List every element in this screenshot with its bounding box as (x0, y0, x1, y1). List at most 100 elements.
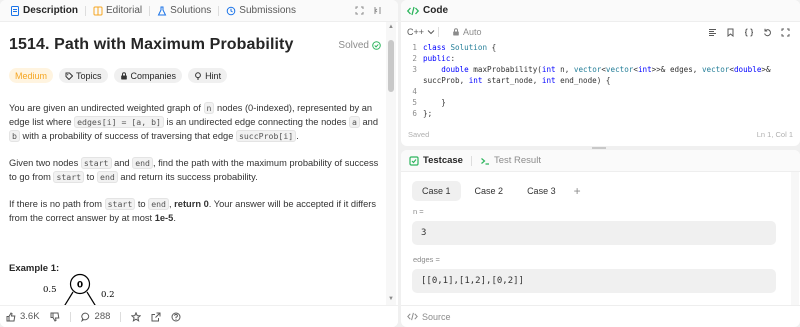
tab-submissions-label: Submissions (239, 5, 296, 16)
code-line[interactable]: 3 double maxProbability(int n, vector<ve… (401, 64, 800, 75)
comments-button[interactable]: 288 (80, 311, 111, 322)
auto-label: Auto (463, 27, 482, 37)
testcase-panel: Testcase Test Result Case 1 Case 2 Case … (401, 150, 800, 327)
code-header: Code (401, 0, 800, 22)
tab-editorial[interactable]: Editorial (89, 5, 146, 16)
problem-panel: Description Editorial Solutions Submissi… (0, 0, 398, 327)
testcase-scrollbar[interactable] (791, 172, 799, 305)
code-line-text: double maxProbability(int n, vector<vect… (441, 65, 771, 74)
tab-solutions[interactable]: Solutions (153, 5, 215, 16)
code-line-text: succProb, int start_node, int end_node) … (423, 76, 611, 85)
collapse-icon[interactable] (373, 6, 382, 15)
graph-edge-left (64, 291, 74, 305)
problem-content: 1514. Path with Maximum Probability Solv… (9, 22, 385, 305)
checkbox-icon (409, 155, 419, 166)
case-tab-2[interactable]: Case 2 (465, 181, 514, 201)
panel-resize-handle[interactable] (592, 147, 606, 149)
input-n[interactable]: 3 (412, 221, 776, 245)
line-number: 2 (412, 54, 417, 63)
tab-description-label: Description (23, 5, 79, 16)
divider (438, 27, 440, 37)
tab-submissions[interactable]: Submissions (222, 5, 300, 16)
comment-icon (80, 312, 91, 322)
code-line[interactable]: 2 public: (401, 53, 800, 64)
code-line[interactable]: 6}; (401, 108, 800, 119)
divider (470, 155, 472, 166)
chevron-down-icon (427, 29, 435, 35)
scroll-down-arrow[interactable]: ▼ (388, 296, 394, 302)
tab-solutions-label: Solutions (170, 5, 212, 16)
code-icon (407, 6, 419, 16)
dislike-button[interactable] (50, 312, 60, 322)
like-button[interactable]: 3.6K (6, 311, 40, 322)
testcase-header: Testcase Test Result (401, 150, 800, 172)
code-line-text: }; (423, 109, 433, 118)
example-graph: 0 0.5 0.2 (43, 273, 115, 305)
code-panel: Code C++ Auto 1 class Solution {2 publi… (401, 0, 800, 146)
graph-edge-label-right: 0.2 (101, 290, 115, 300)
language-select[interactable]: C++ (407, 27, 435, 37)
scroll-up-arrow[interactable]: ▲ (388, 24, 394, 30)
line-number: 1 (412, 43, 417, 52)
tab-testcase[interactable]: Testcase (409, 155, 463, 166)
fullscreen-icon[interactable] (781, 28, 790, 37)
expand-icon[interactable] (355, 6, 364, 15)
case-tab-1[interactable]: Case 1 (412, 181, 461, 201)
auto-mode[interactable]: Auto (452, 27, 482, 37)
graph-edge-label-left: 0.5 (43, 285, 57, 295)
lock-icon (452, 28, 460, 36)
line-number: 4 (412, 87, 417, 96)
code-line-text: class Solution { (423, 43, 497, 52)
terminal-icon (480, 156, 490, 166)
tab-description[interactable]: Description (6, 5, 82, 16)
field-label-n: n = (413, 207, 424, 216)
tab-divider (149, 5, 151, 16)
code-icon (407, 312, 418, 321)
tab-testcase-label: Testcase (423, 155, 463, 166)
thumbs-up-icon (6, 311, 16, 322)
code-line[interactable]: 1 class Solution { (401, 42, 800, 53)
problem-actions-bar: 3.6K 288 (0, 305, 398, 327)
code-title: Code (423, 5, 448, 16)
code-line[interactable]: 4 (401, 86, 800, 97)
question-icon (171, 312, 181, 322)
line-number: 6 (412, 109, 417, 118)
help-button[interactable] (171, 312, 181, 322)
book-icon (93, 6, 103, 16)
line-number: 3 (412, 65, 417, 74)
braces-icon[interactable] (744, 28, 754, 37)
flask-icon (157, 6, 167, 16)
source-bar[interactable]: Source (401, 305, 800, 327)
add-case-icon[interactable]: + (574, 184, 581, 198)
favorite-button[interactable] (131, 311, 142, 322)
tab-divider (85, 5, 87, 16)
format-icon[interactable] (708, 28, 717, 37)
problem-tabbar: Description Editorial Solutions Submissi… (0, 0, 398, 22)
bookmark-icon[interactable] (726, 28, 735, 37)
history-icon (226, 6, 236, 16)
case-tab-3[interactable]: Case 3 (517, 181, 566, 201)
reset-icon[interactable] (763, 28, 772, 37)
case-tabs: Case 1 Case 2 Case 3 + (412, 181, 800, 201)
code-line-text: public: (423, 54, 456, 63)
share-button[interactable] (151, 312, 161, 322)
tab-test-result-label: Test Result (493, 155, 541, 166)
share-icon (151, 312, 161, 322)
code-editor[interactable]: 1 class Solution {2 public: 3 double maxPro… (401, 42, 800, 119)
star-icon (131, 311, 142, 322)
saved-status: Saved (408, 130, 430, 139)
code-line[interactable]: 5 } (401, 97, 800, 108)
divider (69, 311, 71, 322)
code-footer: Saved Ln 1, Col 1 (401, 130, 800, 139)
comment-count: 288 (94, 311, 111, 322)
code-line[interactable]: succProb, int start_node, int end_node) … (401, 75, 800, 86)
input-edges[interactable]: [[0,1],[1,2],[0,2]] (412, 269, 776, 293)
document-icon (10, 5, 20, 16)
graph-node-label: 0 (77, 281, 83, 291)
field-label-edges: edges = (413, 255, 440, 264)
tab-editorial-label: Editorial (106, 5, 143, 16)
scrollbar-thumb[interactable] (388, 40, 394, 92)
tab-test-result[interactable]: Test Result (480, 155, 541, 166)
like-count: 3.6K (20, 311, 40, 322)
